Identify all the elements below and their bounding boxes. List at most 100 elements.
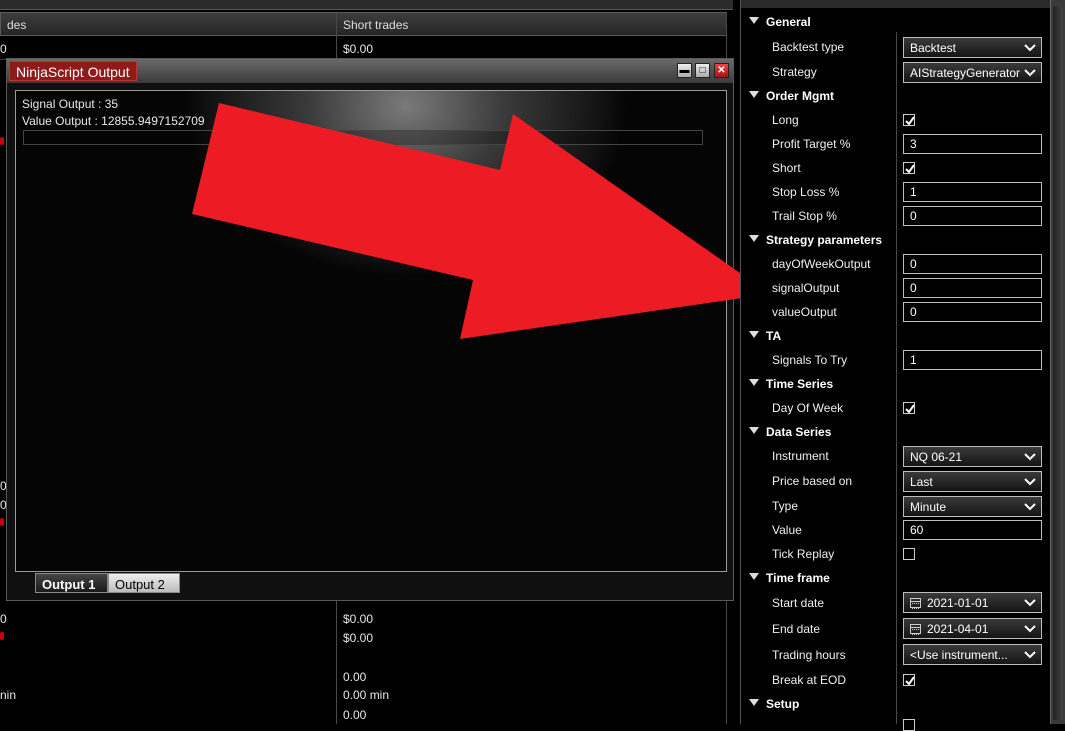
break-at-eod-checkbox[interactable] (903, 674, 915, 686)
category-setup[interactable]: Setup (741, 692, 1051, 716)
property-day-of-week-output: dayOfWeekOutput 0 (741, 252, 1051, 276)
signal-output-input[interactable]: 0 (903, 278, 1042, 298)
instrument-select[interactable]: NQ 06-21 (903, 446, 1042, 467)
tab-output-2[interactable]: Output 2 (108, 573, 180, 593)
long-checkbox[interactable] (903, 114, 915, 126)
collapse-triangle-icon[interactable] (749, 379, 759, 386)
category-order-mgmt[interactable]: Order Mgmt (741, 84, 1051, 108)
collapse-triangle-icon[interactable] (749, 699, 759, 706)
property-start-date: Start date 2021-01-01 (741, 591, 1051, 615)
category-strategy-parameters[interactable]: Strategy parameters (741, 228, 1051, 252)
panel-scrollbar[interactable] (1050, 0, 1065, 724)
property-label: End date (772, 622, 821, 636)
date-value: 2021-01-01 (927, 596, 989, 610)
backtest-type-select[interactable]: Backtest (903, 37, 1042, 58)
window-title: NinjaScript Output (9, 61, 137, 81)
output-line: Signal Output : 35 (22, 97, 119, 111)
setup-checkbox-partial[interactable] (903, 719, 915, 731)
ninjascript-output-window[interactable]: NinjaScript Output ▬ □ ✕ Signal Output :… (6, 58, 734, 601)
type-select[interactable]: Minute (903, 496, 1042, 517)
select-value: Last (910, 475, 933, 489)
property-label: signalOutput (772, 281, 840, 295)
property-label: Price based on (772, 474, 853, 488)
property-type: Type Minute (741, 494, 1051, 518)
date-value: 2021-04-01 (927, 622, 989, 636)
property-backtest-type: Backtest type Backtest (741, 35, 1051, 59)
price-based-on-select[interactable]: Last (903, 471, 1042, 492)
chevron-down-icon (1024, 69, 1036, 77)
category-data-series[interactable]: Data Series (741, 420, 1051, 444)
select-value: NQ 06-21 (910, 450, 963, 464)
property-label: Short (772, 161, 801, 175)
maximize-button[interactable]: □ (695, 63, 710, 78)
close-button[interactable]: ✕ (714, 63, 729, 78)
column-header-short-trades[interactable]: Short trades (336, 12, 727, 36)
property-trading-hours: Trading hours <Use instrument... (741, 643, 1051, 667)
property-label: Long (772, 113, 799, 127)
strategy-select[interactable]: AIStrategyGenerator (903, 62, 1042, 83)
minimize-button[interactable]: ▬ (677, 63, 692, 78)
minimize-icon: ▬ (679, 65, 690, 76)
trail-stop-input[interactable]: 0 (903, 206, 1042, 226)
output-text-area[interactable]: Signal Output : 35 Value Output : 12855.… (15, 90, 727, 572)
checkmark-icon (905, 404, 915, 414)
category-label: General (766, 15, 811, 29)
collapse-triangle-icon[interactable] (749, 573, 759, 580)
collapse-triangle-icon[interactable] (749, 331, 759, 338)
output-input-bar (23, 130, 703, 145)
signals-to-try-input[interactable]: 1 (903, 350, 1042, 370)
category-time-series[interactable]: Time Series (741, 372, 1051, 396)
value-input[interactable]: 60 (903, 520, 1042, 540)
maximize-icon: □ (699, 65, 706, 76)
property-label: Signals To Try (772, 353, 848, 367)
property-label: Backtest type (772, 40, 845, 54)
stop-loss-input[interactable]: 1 (903, 182, 1042, 202)
checkmark-icon (905, 116, 915, 126)
column-header-left[interactable]: des (0, 12, 337, 36)
day-of-week-output-input[interactable]: 0 (903, 254, 1042, 274)
tab-output-1[interactable]: Output 1 (35, 573, 108, 593)
property-label: Value (772, 523, 802, 537)
collapse-triangle-icon[interactable] (749, 17, 759, 24)
property-long: Long (741, 108, 1051, 132)
start-date-picker[interactable]: 2021-01-01 (903, 592, 1042, 613)
property-label: valueOutput (772, 305, 837, 319)
profit-target-input[interactable]: 3 (903, 134, 1042, 154)
property-signal-output: signalOutput 0 (741, 276, 1051, 300)
trading-hours-select[interactable]: <Use instrument... (903, 644, 1042, 665)
cell-left: 0 (0, 42, 7, 56)
collapse-triangle-icon[interactable] (749, 91, 759, 98)
chevron-down-icon (1024, 503, 1036, 511)
property-label: Strategy (772, 65, 817, 79)
cell-short-trades: $0.00 (343, 612, 374, 626)
select-value: Minute (910, 500, 947, 514)
select-value: AIStrategyGenerator (910, 66, 1021, 80)
chevron-down-icon (1024, 44, 1036, 52)
window-titlebar[interactable]: NinjaScript Output ▬ □ ✕ (7, 59, 733, 83)
short-checkbox[interactable] (903, 162, 915, 174)
tick-replay-checkbox[interactable] (903, 548, 915, 560)
property-strategy: Strategy AIStrategyGenerator (741, 60, 1051, 84)
close-icon: ✕ (717, 65, 726, 76)
chevron-down-icon (1024, 599, 1036, 607)
category-time-frame[interactable]: Time frame (741, 566, 1051, 590)
chevron-down-icon (1024, 478, 1036, 486)
cell-short-trades: 0.00 min (343, 688, 390, 702)
day-of-week-checkbox[interactable] (903, 402, 915, 414)
red-marker (0, 137, 4, 145)
collapse-triangle-icon[interactable] (749, 235, 759, 242)
property-signals-to-try: Signals To Try 1 (741, 348, 1051, 372)
category-label: Data Series (766, 425, 832, 439)
category-general[interactable]: General (741, 10, 1051, 34)
property-label: Profit Target % (772, 137, 851, 151)
strategy-properties-panel: General Backtest type Backtest Strategy … (740, 0, 1051, 731)
property-end-date: End date 2021-04-01 (741, 617, 1051, 641)
red-marker (0, 518, 4, 526)
scrollbar-thumb[interactable] (1053, 6, 1063, 720)
end-date-picker[interactable]: 2021-04-01 (903, 618, 1042, 639)
calendar-icon (910, 624, 921, 635)
category-label: Time frame (766, 571, 830, 585)
category-ta[interactable]: TA (741, 324, 1051, 348)
collapse-triangle-icon[interactable] (749, 427, 759, 434)
value-output-input[interactable]: 0 (903, 302, 1042, 322)
